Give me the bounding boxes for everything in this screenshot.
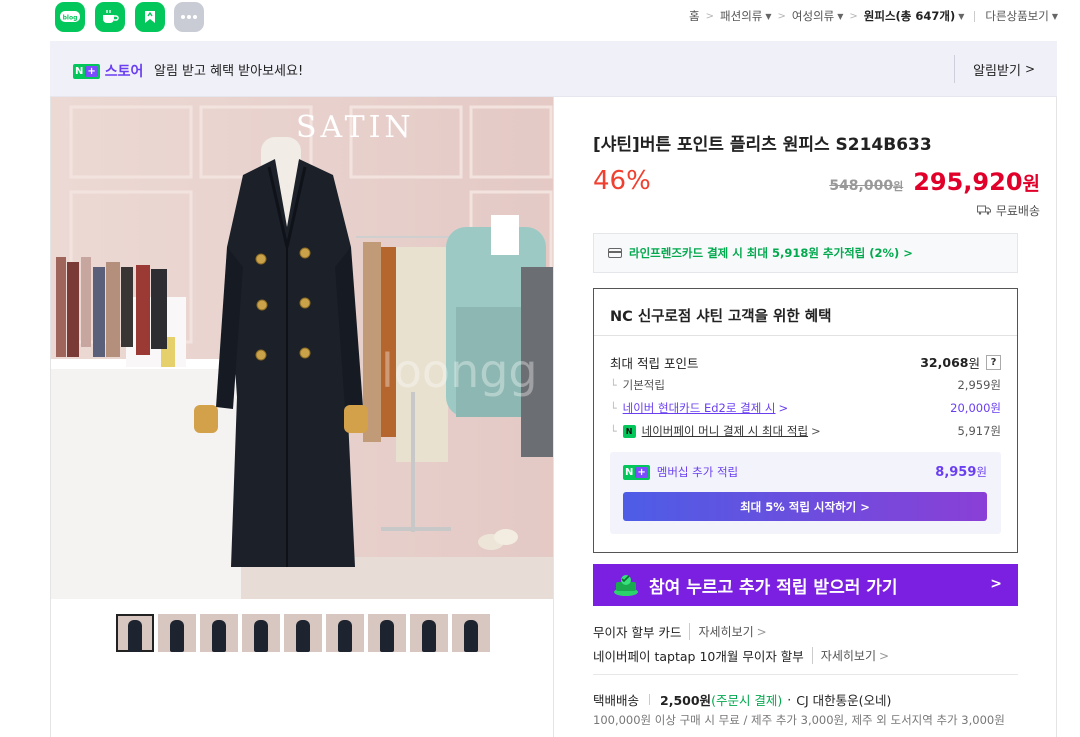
caret-down-icon[interactable]: ▼ <box>1052 12 1058 21</box>
breadcrumb-level1[interactable]: 패션의류 <box>720 8 762 24</box>
column-divider <box>553 97 554 737</box>
product-main-image[interactable]: SATIN loongg <box>51 97 553 599</box>
top-bar: blog 홈 > 패션의류 ▼ > 여성의류 ▼ > 원피스(총 647개) ▼… <box>0 0 1080 36</box>
installment-label: 무이자 할부 카드 <box>593 625 682 640</box>
thumbnail-6[interactable] <box>326 614 364 652</box>
delivery-notice: 100,000원 이상 구매 시 무료 / 제주 추가 3,000원, 제주 외… <box>593 713 1005 727</box>
chevron-right-icon: > <box>1024 62 1035 76</box>
divider <box>593 674 1018 675</box>
chevron-right-icon: > <box>849 10 858 22</box>
delivery-fee: 2,500원 <box>660 693 712 708</box>
caret-down-icon[interactable]: ▼ <box>837 12 843 21</box>
chevron-right-icon: > <box>778 401 789 415</box>
extra-points-promo-button[interactable]: 참여 누르고 추가 적립 받으러 가기 > <box>593 564 1018 606</box>
price-row: 548,000원 295,920원 <box>829 168 1040 196</box>
membership-panel: N + 멤버십 추가 적립 8,959원 최대 5% 적립 시작하기 > <box>610 452 1001 534</box>
credit-card-icon <box>608 248 622 258</box>
basic-points-value: 2,959원 <box>957 378 1001 392</box>
chevron-right-icon: > <box>811 424 821 438</box>
card-offer[interactable]: 라인프렌즈카드 결제 시 최대 5,918원 추가적립 (2%) > <box>593 233 1018 273</box>
delivery-type: 택배배송 <box>593 693 640 708</box>
other-products-link[interactable]: 다른상품보기 <box>985 8 1048 24</box>
divider <box>594 335 1017 336</box>
subscribe-label: 알림받기 <box>973 63 1021 79</box>
max-points-row: 최대 적립 포인트 32,068 원 ? <box>610 353 1001 372</box>
membership-label: N + 멤버십 추가 적립 <box>623 464 739 480</box>
hyundai-card-link[interactable]: 네이버 현대카드 Ed2로 결제 시 <box>623 400 776 416</box>
installment-details-link[interactable]: 자세히보기 > <box>811 647 889 664</box>
breadcrumb: 홈 > 패션의류 ▼ > 여성의류 ▼ > 원피스(총 647개) ▼ 다른상품… <box>689 8 1058 24</box>
installment-row: 네이버페이 taptap 10개월 무이자 할부 자세히보기 > <box>593 646 889 665</box>
divider <box>974 10 976 22</box>
npay-points-row: └ N 네이버페이 머니 결제 시 최대 적립 > 5,917원 <box>610 423 1001 439</box>
free-shipping: 무료배송 <box>976 202 1040 219</box>
subscribe-button[interactable]: 알림받기 > <box>954 55 1057 83</box>
naver-plus-store-logo: N + 스토어 <box>73 61 143 81</box>
npay-money-link[interactable]: 네이버페이 머니 결제 시 최대 적립 <box>642 423 808 439</box>
basic-points-label: 기본적립 <box>622 378 665 392</box>
thumbnail-9[interactable] <box>452 614 490 652</box>
benefit-box: NC 신구로점 샤틴 고객을 위한 혜택 최대 적립 포인트 32,068 원 ?… <box>593 288 1018 553</box>
naver-plus-icon: N + <box>73 63 100 79</box>
shipping-label: 무료배송 <box>995 204 1040 218</box>
card-points-row: └ 네이버 현대카드 Ed2로 결제 시 > 20,000원 <box>610 400 1001 416</box>
thumbnail-4[interactable] <box>242 614 280 652</box>
svg-text:loongg: loongg <box>381 344 538 398</box>
sale-price: 295,920원 <box>913 168 1040 196</box>
thumbnail-2[interactable] <box>158 614 196 652</box>
naver-plus-icon: N + <box>623 464 650 480</box>
thumbnail-5[interactable] <box>284 614 322 652</box>
promo-text: 참여 누르고 추가 적립 받으러 가기 <box>649 577 898 598</box>
truck-icon <box>976 204 991 218</box>
npay-points-value: 5,917원 <box>957 424 1001 438</box>
breadcrumb-current[interactable]: 원피스(총 647개) <box>864 8 955 24</box>
max-points-label: 최대 적립 포인트 <box>610 356 699 371</box>
thumbnail-8[interactable] <box>410 614 448 652</box>
installment-label: 네이버페이 taptap 10개월 무이자 할부 <box>593 649 804 664</box>
caret-down-icon[interactable]: ▼ <box>765 12 771 21</box>
more-icon[interactable] <box>174 2 204 32</box>
card-offer-text: 라인프렌즈카드 결제 시 최대 5,918원 추가적립 (2%) <box>629 246 900 260</box>
original-price: 548,000원 <box>829 178 904 194</box>
caret-down-icon[interactable]: ▼ <box>958 12 964 21</box>
svg-text:blog: blog <box>63 15 78 22</box>
thumbnail-strip <box>116 614 490 652</box>
membership-value: 8,959원 <box>935 465 987 480</box>
notification-banner: N + 스토어 알림 받고 혜택 받아보세요! 알림받기 > <box>50 41 1057 97</box>
bookmark-icon[interactable] <box>135 2 165 32</box>
thumbnail-3[interactable] <box>200 614 238 652</box>
banner-message: 알림 받고 혜택 받아보세요! <box>154 64 304 79</box>
basic-points-row: └ 기본적립 2,959원 <box>610 378 1001 392</box>
breadcrumb-level2[interactable]: 여성의류 <box>792 8 834 24</box>
start-membership-button[interactable]: 최대 5% 적립 시작하기 > <box>623 492 987 521</box>
store-label: 스토어 <box>104 64 144 80</box>
naver-pay-icon: N <box>622 424 636 438</box>
delivery-row: 택배배송 2,500원 (주문시 결제) · CJ 대한통운(오네) <box>593 692 892 708</box>
max-points-value: 32,068 원 ? <box>920 353 1001 372</box>
product-title: [샤틴]버튼 포인트 플리츠 원피스 S214B633 <box>593 135 932 155</box>
chevron-right-icon: > <box>990 576 1002 592</box>
svg-text:SATIN: SATIN <box>296 110 415 145</box>
installment-row: 무이자 할부 카드 자세히보기 > <box>593 622 767 641</box>
blog-icon[interactable]: blog <box>55 2 85 32</box>
installment-details-link[interactable]: 자세히보기 > <box>689 623 767 640</box>
delivery-carrier: CJ 대한통운(오네) <box>796 693 892 708</box>
breadcrumb-home[interactable]: 홈 <box>689 8 700 24</box>
benefit-heading: NC 신구로점 샤틴 고객을 위한 혜택 <box>610 309 832 325</box>
gift-money-icon <box>611 573 641 597</box>
delivery-condition: (주문시 결제) <box>711 693 783 708</box>
cafe-icon[interactable] <box>95 2 125 32</box>
chevron-right-icon: > <box>777 10 786 22</box>
discount-rate: 46% <box>593 166 651 196</box>
help-icon[interactable]: ? <box>986 355 1001 370</box>
chevron-right-icon: > <box>903 246 913 260</box>
thumbnail-7[interactable] <box>368 614 406 652</box>
chevron-right-icon: > <box>705 10 715 22</box>
card-points-value: 20,000원 <box>950 401 1001 415</box>
thumbnail-1[interactable] <box>116 614 154 652</box>
